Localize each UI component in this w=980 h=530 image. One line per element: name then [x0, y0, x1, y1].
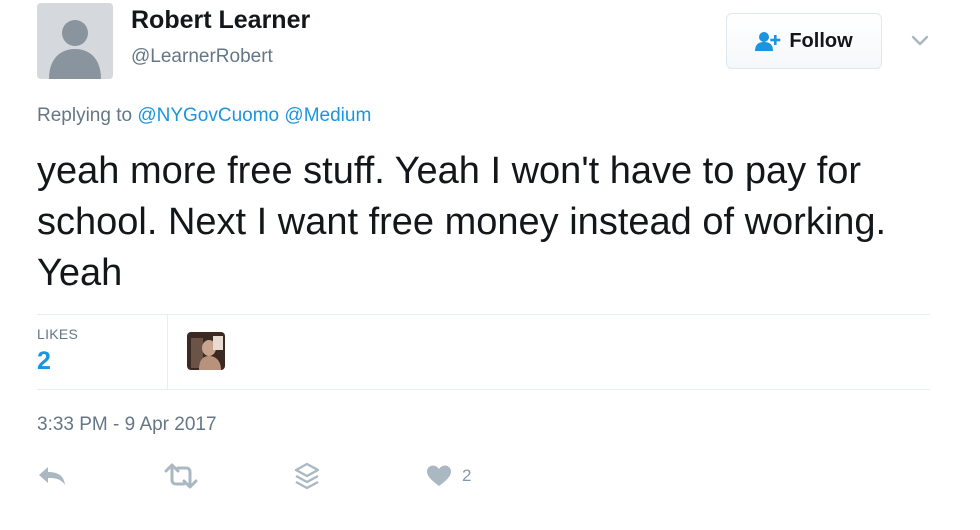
- replying-to-prefix: Replying to: [37, 105, 133, 126]
- more-menu-button[interactable]: [907, 27, 933, 53]
- mention-link-medium[interactable]: @Medium: [284, 105, 371, 126]
- author-display-name[interactable]: Robert Learner: [131, 6, 310, 35]
- liker-photo-icon: [187, 332, 225, 370]
- stats-bottom-divider: [37, 389, 930, 390]
- author-handle[interactable]: @LearnerRobert: [131, 46, 273, 68]
- default-avatar-icon: [37, 3, 113, 79]
- direct-message-button[interactable]: [294, 461, 320, 491]
- retweet-button[interactable]: [163, 461, 199, 491]
- likes-count[interactable]: 2: [37, 347, 51, 376]
- tweet-timestamp[interactable]: 3:33 PM - 9 Apr 2017: [37, 414, 217, 436]
- follow-button[interactable]: Follow: [726, 13, 882, 69]
- stats-separator: [167, 315, 168, 389]
- author-avatar[interactable]: [37, 3, 113, 79]
- stack-icon: [294, 462, 320, 490]
- mention-link-nygovcuomo[interactable]: @NYGovCuomo: [137, 105, 279, 126]
- like-button[interactable]: 2: [426, 461, 471, 491]
- chevron-down-icon: [911, 35, 929, 46]
- add-user-icon: [755, 32, 781, 51]
- heart-icon: [427, 465, 451, 486]
- liker-avatar[interactable]: [187, 332, 225, 370]
- stats-top-divider: [37, 314, 930, 315]
- retweet-icon: [164, 463, 198, 489]
- like-count: 2: [462, 466, 472, 485]
- reply-icon: [39, 467, 65, 485]
- reply-button[interactable]: [37, 461, 67, 491]
- follow-button-label: Follow: [789, 29, 853, 52]
- replying-to-line: Replying to @NYGovCuomo @Medium: [37, 105, 371, 127]
- tweet-text: yeah more free stuff. Yeah I won't have …: [37, 150, 887, 294]
- likes-label: LIKES: [37, 326, 79, 342]
